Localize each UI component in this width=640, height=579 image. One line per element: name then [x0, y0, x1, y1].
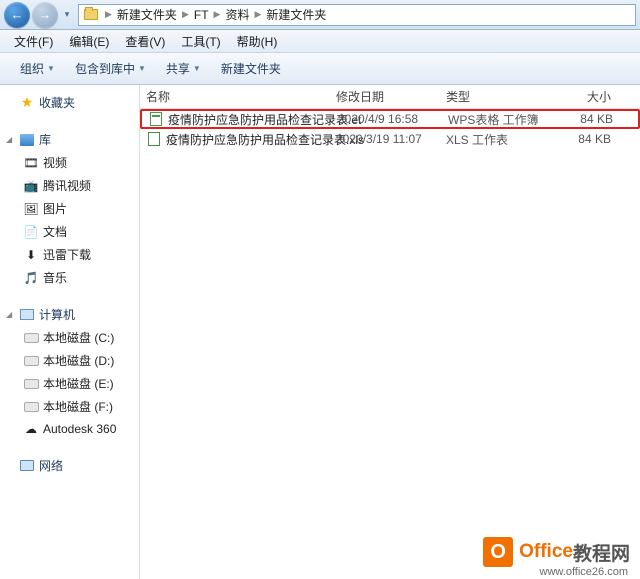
chevron-right-icon: ▶ — [212, 9, 223, 20]
file-size: 84 KB — [556, 132, 611, 146]
watermark-brand2: 教程网 — [573, 539, 630, 566]
documents-icon: 📄 — [22, 224, 40, 240]
breadcrumb[interactable]: FT — [191, 8, 212, 22]
favorites-label: 收藏夹 — [39, 94, 75, 111]
command-bar: 组织 ▼ 包含到库中 ▼ 共享 ▼ 新建文件夹 — [0, 53, 640, 85]
network-group: 网络 — [4, 454, 135, 477]
favorites-header[interactable]: ★ 收藏夹 — [4, 91, 135, 114]
music-icon: 🎵 — [22, 270, 40, 286]
drive-f[interactable]: 本地磁盘 (F:) — [4, 395, 135, 418]
chevron-down-icon: ▼ — [138, 64, 146, 73]
menu-help[interactable]: 帮助(H) — [229, 30, 286, 53]
computer-label: 计算机 — [39, 306, 75, 323]
file-type: WPS表格 工作簿 — [448, 111, 558, 128]
menu-view[interactable]: 查看(V) — [117, 30, 173, 53]
include-label: 包含到库中 — [75, 60, 135, 77]
new-folder-button[interactable]: 新建文件夹 — [211, 56, 291, 81]
menu-file[interactable]: 文件(F) — [6, 30, 61, 53]
file-row[interactable]: 疫情防护应急防护用品检查记录表.et 2020/4/9 16:58 WPS表格 … — [140, 109, 640, 129]
chevron-right-icon: ▶ — [252, 9, 263, 20]
file-row[interactable]: 疫情防护应急防护用品检查记录表.xls 2020/3/19 11:07 XLS … — [140, 129, 640, 149]
xls-file-icon — [146, 131, 162, 147]
library-item-videos[interactable]: 🎞视频 — [4, 151, 135, 174]
organize-label: 组织 — [20, 60, 44, 77]
network-label: 网络 — [39, 457, 63, 474]
column-name[interactable]: 名称 — [146, 88, 336, 105]
organize-button[interactable]: 组织 ▼ — [10, 56, 65, 81]
watermark-url: www.office26.com — [540, 566, 628, 578]
tencent-icon: 📺 — [22, 178, 40, 194]
window-titlebar: ← → ▾ ▶ 新建文件夹 ▶ FT ▶ 资料 ▶ 新建文件夹 — [0, 0, 640, 30]
back-button[interactable]: ← — [4, 2, 30, 28]
column-type[interactable]: 类型 — [446, 88, 556, 105]
drive-icon — [22, 376, 40, 392]
drive-icon — [22, 330, 40, 346]
breadcrumb[interactable]: 新建文件夹 — [114, 6, 180, 23]
cloud-icon: ☁ — [22, 421, 40, 437]
folder-icon — [82, 6, 100, 24]
file-date: 2020/4/9 16:58 — [338, 112, 448, 126]
menu-tools[interactable]: 工具(T) — [173, 30, 228, 53]
file-size: 84 KB — [558, 112, 613, 126]
file-list-pane: 名称 修改日期 类型 大小 疫情防护应急防护用品检查记录表.et 2020/4/… — [140, 85, 640, 579]
favorites-group: ★ 收藏夹 — [4, 91, 135, 114]
pictures-icon: 🖼 — [22, 201, 40, 217]
library-item-pictures[interactable]: 🖼图片 — [4, 197, 135, 220]
library-item-music[interactable]: 🎵音乐 — [4, 266, 135, 289]
include-in-library-button[interactable]: 包含到库中 ▼ — [65, 56, 156, 81]
watermark-brand1: Office — [519, 541, 573, 563]
star-icon: ★ — [18, 95, 36, 111]
new-folder-label: 新建文件夹 — [221, 60, 281, 77]
library-item-documents[interactable]: 📄文档 — [4, 220, 135, 243]
collapse-icon: ◢ — [6, 135, 18, 144]
nav-buttons: ← → ▾ — [4, 2, 74, 28]
library-icon — [18, 132, 36, 148]
file-date: 2020/3/19 11:07 — [336, 132, 446, 146]
videos-icon: 🎞 — [22, 155, 40, 171]
download-icon: ⬇ — [22, 247, 40, 263]
libraries-header[interactable]: ◢ 库 — [4, 128, 135, 151]
share-label: 共享 — [166, 60, 190, 77]
libraries-group: ◢ 库 🎞视频 📺腾讯视频 🖼图片 📄文档 ⬇迅雷下载 🎵音乐 — [4, 128, 135, 289]
libraries-label: 库 — [39, 131, 51, 148]
main-area: ★ 收藏夹 ◢ 库 🎞视频 📺腾讯视频 🖼图片 📄文档 ⬇迅雷下载 🎵音乐 ◢ … — [0, 85, 640, 579]
menu-bar: 文件(F) 编辑(E) 查看(V) 工具(T) 帮助(H) — [0, 30, 640, 53]
drive-icon — [22, 353, 40, 369]
navigation-pane: ★ 收藏夹 ◢ 库 🎞视频 📺腾讯视频 🖼图片 📄文档 ⬇迅雷下载 🎵音乐 ◢ … — [0, 85, 140, 579]
forward-button[interactable]: → — [32, 2, 58, 28]
computer-icon — [18, 307, 36, 323]
collapse-icon: ◢ — [6, 310, 18, 319]
chevron-down-icon: ▼ — [47, 64, 55, 73]
drive-autodesk[interactable]: ☁Autodesk 360 — [4, 418, 135, 440]
menu-edit[interactable]: 编辑(E) — [61, 30, 117, 53]
library-item-tencent[interactable]: 📺腾讯视频 — [4, 174, 135, 197]
drive-d[interactable]: 本地磁盘 (D:) — [4, 349, 135, 372]
address-bar[interactable]: ▶ 新建文件夹 ▶ FT ▶ 资料 ▶ 新建文件夹 — [78, 4, 636, 26]
et-file-icon — [148, 111, 164, 127]
file-name: 疫情防护应急防护用品检查记录表.xls — [166, 131, 336, 148]
library-item-thunder[interactable]: ⬇迅雷下载 — [4, 243, 135, 266]
file-type: XLS 工作表 — [446, 131, 556, 148]
chevron-right-icon: ▶ — [180, 9, 191, 20]
file-name: 疫情防护应急防护用品检查记录表.et — [168, 111, 338, 128]
breadcrumb[interactable]: 资料 — [222, 6, 252, 23]
history-dropdown[interactable]: ▾ — [60, 2, 74, 28]
column-date[interactable]: 修改日期 — [336, 88, 446, 105]
drive-e[interactable]: 本地磁盘 (E:) — [4, 372, 135, 395]
computer-header[interactable]: ◢ 计算机 — [4, 303, 135, 326]
column-headers: 名称 修改日期 类型 大小 — [140, 85, 640, 109]
chevron-down-icon: ▼ — [193, 64, 201, 73]
network-header[interactable]: 网络 — [4, 454, 135, 477]
drive-c[interactable]: 本地磁盘 (C:) — [4, 326, 135, 349]
chevron-right-icon: ▶ — [103, 9, 114, 20]
computer-group: ◢ 计算机 本地磁盘 (C:) 本地磁盘 (D:) 本地磁盘 (E:) 本地磁盘… — [4, 303, 135, 440]
column-size[interactable]: 大小 — [556, 88, 611, 105]
share-button[interactable]: 共享 ▼ — [156, 56, 211, 81]
drive-icon — [22, 399, 40, 415]
network-icon — [18, 458, 36, 474]
logo-icon: O — [483, 537, 513, 567]
watermark-logo: O Office 教程网 — [483, 537, 630, 567]
breadcrumb[interactable]: 新建文件夹 — [263, 6, 329, 23]
